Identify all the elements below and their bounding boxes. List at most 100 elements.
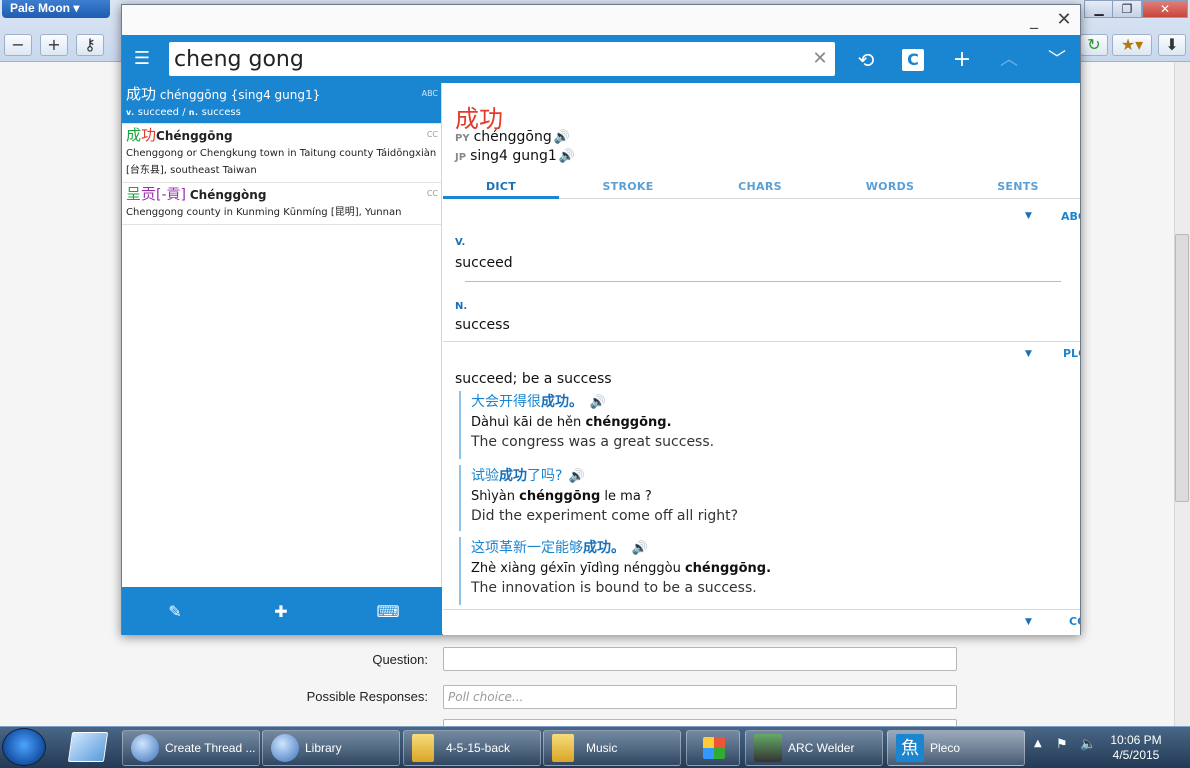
result-definition: success bbox=[201, 107, 241, 118]
collapse-arrow-icon[interactable]: ▼ bbox=[1025, 617, 1032, 627]
start-button[interactable] bbox=[2, 728, 46, 766]
taskbar-item-active[interactable]: 魚 Pleco bbox=[887, 730, 1025, 766]
detail-tabs: DICT STROKE CHARS WORDS SENTS bbox=[443, 175, 1080, 199]
arc-welder-icon bbox=[754, 734, 782, 762]
result-item[interactable]: CC 呈贡[-貢] Chénggòng Chenggong county in … bbox=[122, 183, 441, 225]
page-scrollbar-thumb[interactable] bbox=[1175, 234, 1189, 502]
key-icon[interactable]: ⚷ bbox=[76, 34, 104, 56]
result-pos: v. bbox=[126, 108, 135, 117]
results-list: ABC 成功 chénggōng {sing4 gung1} v. succee… bbox=[122, 83, 442, 587]
taskbar-item[interactable]: Library bbox=[262, 730, 400, 766]
browser-minimize-button[interactable]: ▁ bbox=[1084, 0, 1114, 18]
dict-source-badge: ABC bbox=[421, 89, 438, 98]
plus-icon[interactable]: + bbox=[948, 47, 976, 73]
chevron-down-icon[interactable]: ﹀ bbox=[1043, 47, 1071, 73]
result-pinyin: Chénggòng bbox=[189, 188, 267, 202]
palemoon-menu-button[interactable]: Pale Moon ▾ bbox=[2, 0, 110, 18]
example-english: Did the experiment come off all right? bbox=[471, 508, 739, 524]
tab-sents[interactable]: SENTS bbox=[963, 175, 1073, 199]
pleco-toolbar: ☰ ✕ ⟲ C + ︿ ﹀ bbox=[122, 35, 1080, 83]
browser-app-name: Pale Moon bbox=[10, 1, 71, 15]
chevron-up-icon[interactable]: ︿ bbox=[995, 47, 1023, 73]
result-separator: / bbox=[182, 107, 186, 118]
collapse-arrow-icon[interactable]: ▼ bbox=[1025, 211, 1032, 221]
example-chinese: 试验 bbox=[471, 468, 499, 484]
pleco-fish-icon: 魚 bbox=[896, 734, 924, 762]
globe-icon bbox=[271, 734, 299, 762]
folder-icon bbox=[412, 734, 434, 762]
example-highlight: 成功 bbox=[499, 468, 527, 484]
example-sentence: 这项革新一定能够成功。 🔊 Zhè xiàng géxīn yīdìng nén… bbox=[459, 537, 1059, 605]
speaker-icon[interactable]: 🔊 bbox=[554, 130, 570, 145]
example-sentence: 试验成功了吗? 🔊 Shìyàn chénggōng le ma ? Did t… bbox=[459, 465, 1059, 531]
pleco-titlebar bbox=[122, 5, 1080, 35]
dict-source-badge: CC bbox=[426, 130, 438, 139]
question-input[interactable] bbox=[443, 647, 957, 671]
speaker-icon[interactable]: 🔊 bbox=[631, 541, 647, 556]
result-definition: [台东县], southeast Taiwan bbox=[126, 165, 257, 176]
pen-icon[interactable]: ✎ bbox=[162, 599, 188, 625]
history-icon[interactable]: ⟲ bbox=[852, 47, 880, 73]
example-highlight: 成功。 bbox=[541, 394, 583, 410]
taskbar-item[interactable]: ARC Welder bbox=[745, 730, 883, 766]
keyboard-icon[interactable]: ⌨ bbox=[375, 599, 401, 625]
dict-name[interactable]: ABC bbox=[1061, 210, 1080, 223]
download-icon[interactable]: ⬇ bbox=[1158, 34, 1186, 56]
example-pinyin-highlight: chénggōng. bbox=[684, 561, 772, 576]
apps-grid-icon bbox=[703, 737, 725, 759]
tab-stroke[interactable]: STROKE bbox=[573, 175, 683, 199]
dict-name[interactable]: CC bbox=[1069, 615, 1080, 628]
collapse-arrow-icon[interactable]: ▼ bbox=[1025, 349, 1032, 359]
example-english: The innovation is bound to be a success. bbox=[471, 580, 757, 596]
speaker-icon[interactable]: 🔊 bbox=[559, 149, 575, 164]
result-pos: n. bbox=[188, 108, 199, 117]
speaker-icon[interactable]: 🔊 bbox=[569, 469, 585, 484]
browser-close-button[interactable]: ✕ bbox=[1142, 0, 1188, 18]
bookmarks-icon[interactable]: ★▾ bbox=[1112, 34, 1152, 56]
search-input[interactable] bbox=[174, 45, 794, 73]
dict-source-badge: CC bbox=[426, 189, 438, 198]
example-pinyin: Shìyàn bbox=[471, 489, 520, 504]
dict-name[interactable]: PLC bbox=[1063, 347, 1080, 360]
quicklaunch-icon[interactable] bbox=[67, 732, 109, 762]
taskbar-apps-button[interactable] bbox=[686, 730, 740, 766]
example-chinese: 了吗? bbox=[527, 468, 563, 484]
clock-date: 4/5/2015 bbox=[1112, 748, 1160, 762]
example-sentence: 大会开得很成功。 🔊 Dàhuì kāi de hěn chénggōng. T… bbox=[459, 391, 1059, 459]
tab-chars[interactable]: CHARS bbox=[705, 175, 815, 199]
taskbar-item[interactable]: Music bbox=[543, 730, 681, 766]
poll-choice-input[interactable]: Poll choice... bbox=[443, 685, 957, 709]
tab-dict[interactable]: DICT bbox=[443, 175, 559, 199]
example-pinyin: le ma ? bbox=[600, 489, 652, 504]
tray-expand-icon[interactable]: ▲ bbox=[1034, 738, 1042, 749]
jyutping-label: JP bbox=[455, 152, 467, 163]
zoom-in-button[interactable]: + bbox=[40, 34, 68, 56]
taskbar-item[interactable]: Create Thread ... bbox=[122, 730, 260, 766]
reload-icon[interactable]: ↻ bbox=[1080, 34, 1108, 56]
example-pinyin: Dàhuì kāi de hěn bbox=[471, 415, 586, 430]
result-definition: succeed bbox=[137, 107, 179, 118]
tab-words[interactable]: WORDS bbox=[835, 175, 945, 199]
clipboard-reader-icon[interactable]: C bbox=[902, 49, 924, 71]
example-chinese: 大会开得很 bbox=[471, 394, 541, 410]
speaker-icon[interactable]: 🔊 bbox=[589, 395, 605, 410]
taskbar-clock[interactable]: 10:06 PM 4/5/2015 bbox=[1090, 733, 1182, 763]
jyutping-line: JP sing4 gung1 🔊 bbox=[455, 148, 575, 164]
example-english: The congress was a great success. bbox=[471, 434, 715, 450]
pos-tag: V. bbox=[455, 237, 466, 248]
puzzle-icon[interactable]: ✚ bbox=[268, 599, 294, 625]
divider bbox=[465, 281, 1061, 282]
definition-text: succeed bbox=[455, 255, 513, 271]
flag-icon[interactable]: ⚑ bbox=[1056, 737, 1068, 752]
result-item-selected[interactable]: ABC 成功 chénggōng {sing4 gung1} v. succee… bbox=[122, 83, 441, 124]
definition-text: success bbox=[455, 317, 510, 333]
minimize-icon[interactable]: _ bbox=[1022, 9, 1046, 31]
menu-icon[interactable]: ☰ bbox=[130, 48, 154, 70]
close-icon[interactable]: ✕ bbox=[1052, 9, 1076, 31]
browser-maximize-button[interactable]: ❐ bbox=[1112, 0, 1142, 18]
section-divider bbox=[443, 609, 1080, 610]
taskbar-item[interactable]: 4-5-15-back bbox=[403, 730, 541, 766]
search-clear-icon[interactable]: ✕ bbox=[809, 48, 831, 70]
zoom-out-button[interactable]: − bbox=[4, 34, 32, 56]
result-item[interactable]: CC 成功Chénggōng Chenggong or Chengkung to… bbox=[122, 124, 441, 183]
